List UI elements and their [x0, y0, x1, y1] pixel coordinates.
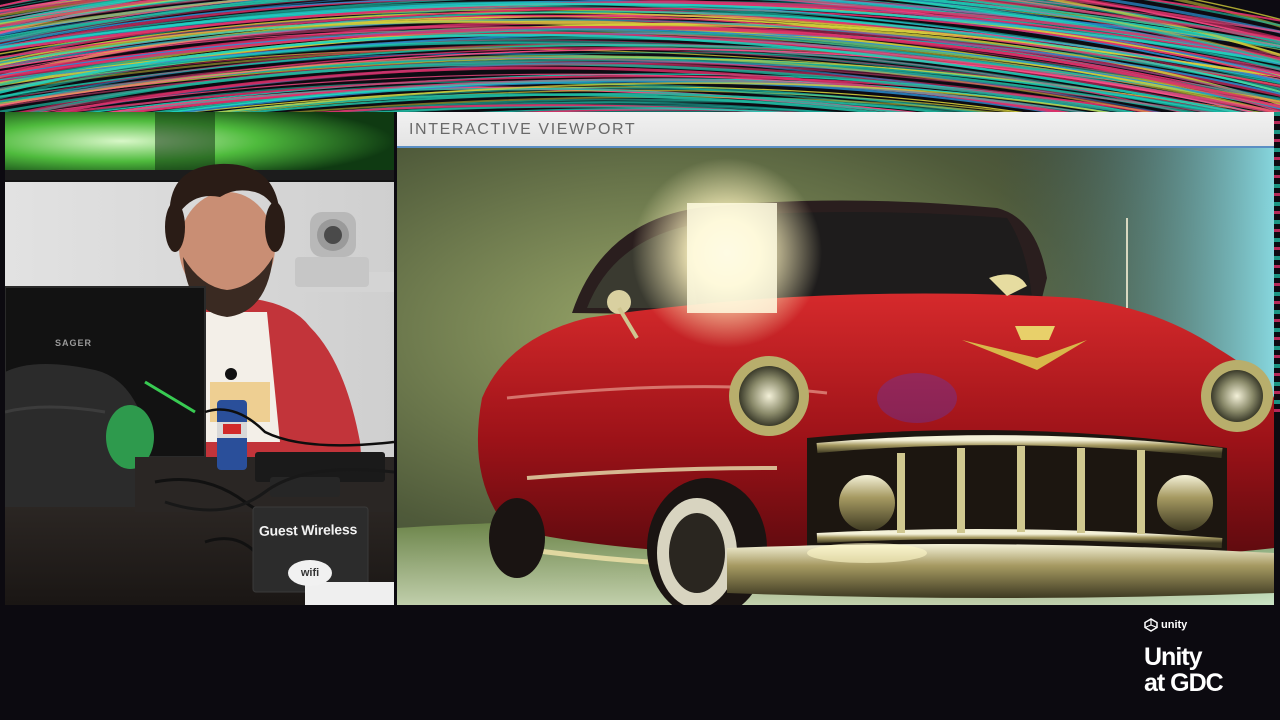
unity-at-gdc-logo: unity Unity at GDC — [1144, 616, 1264, 706]
decorative-banner — [0, 0, 1280, 112]
unity-small-logo: unity — [1144, 618, 1187, 632]
unity-cube-icon — [1144, 618, 1158, 632]
wifi-logo-text: wifi — [300, 567, 320, 579]
banner-streaks — [0, 0, 1280, 112]
viewport-title: INTERACTIVE VIEWPORT — [409, 121, 637, 138]
wifi-icon: wifi — [288, 560, 332, 586]
logo-line-unity: Unity — [1144, 643, 1202, 671]
side-streaks — [1274, 112, 1280, 412]
logo-line-at-gdc: at GDC — [1144, 669, 1224, 697]
presenter-camera-feed: SAGER Guest Wireless wifi — [5, 112, 394, 605]
stream-frame: SAGER Guest Wireless wifi INTERACTIVE VI… — [0, 0, 1280, 720]
viewport-header: INTERACTIVE VIEWPORT — [397, 112, 1274, 148]
guest-wireless-sign-text: Guest Wireless — [258, 521, 358, 539]
viewport-render-canvas[interactable] — [397, 148, 1274, 605]
unity-small-text: unity — [1161, 619, 1188, 631]
car-render — [397, 148, 1274, 605]
interactive-viewport-panel[interactable]: INTERACTIVE VIEWPORT — [397, 112, 1274, 605]
laptop-brand-label: SAGER — [55, 338, 93, 348]
